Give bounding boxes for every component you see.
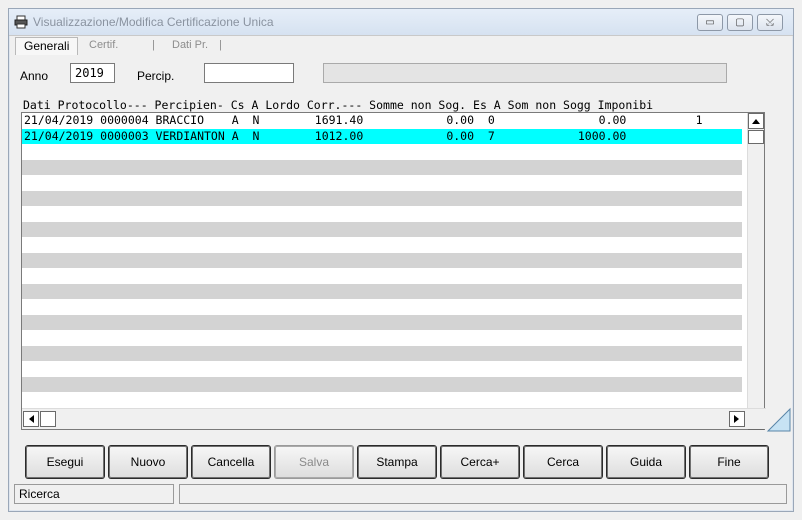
nuovo-button[interactable]: Nuovo [109,446,187,478]
maximize-icon: ▢ [735,17,745,28]
table-row-empty [22,237,742,253]
cerca-plus-button[interactable]: Cerca+ [441,446,519,478]
cancella-button[interactable]: Cancella [192,446,270,478]
horizontal-scrollbar[interactable] [22,408,766,429]
printer-icon [14,15,28,29]
vertical-scrollbar[interactable] [747,113,764,430]
tab-separator: | [219,39,222,51]
status-left: Ricerca [14,484,174,504]
title-bar: Visualizzazione/Modifica Certificazione … [9,9,793,35]
close-button[interactable]: ⤩ [757,14,783,31]
table-row-empty [22,268,742,284]
window-title: Visualizzazione/Modifica Certificazione … [33,15,274,29]
table-row-empty [22,376,742,392]
scroll-right-button[interactable] [729,411,745,427]
arrow-right-icon [734,415,739,423]
tab-bar: Generali Certif. | Dati Pr. | [9,35,793,55]
table-row-empty [22,361,742,377]
page-corner-icon [766,407,791,432]
table-row-empty [22,206,742,222]
cerca-button[interactable]: Cerca [524,446,602,478]
table-row-empty [22,159,742,175]
tab-certif[interactable]: Certif. [89,39,118,51]
tab-divider [9,35,793,36]
percip-input[interactable] [204,63,294,83]
table-row-empty [22,299,742,315]
hscroll-thumb[interactable] [40,411,56,427]
table-row-empty [22,190,742,206]
table-row-empty [22,330,742,346]
arrow-left-icon [29,415,34,423]
table-row-empty [22,345,742,361]
table-row-empty [22,283,742,299]
stampa-button[interactable]: Stampa [358,446,436,478]
guida-button[interactable]: Guida [607,446,685,478]
fine-button[interactable]: Fine [690,446,768,478]
grid-header: Dati Protocollo--- Percipien- Cs A Lordo… [23,98,654,112]
minimize-button[interactable]: ▭ [697,14,723,31]
scroll-left-button[interactable] [23,411,39,427]
scroll-up-button[interactable] [748,113,764,129]
table-row-empty [22,144,742,160]
anno-label: Anno [20,69,49,83]
close-icon: ⤩ [766,17,774,28]
table-row-empty [22,175,742,191]
maximize-button[interactable]: ▢ [727,14,753,31]
esegui-button[interactable]: Esegui [26,446,104,478]
minimize-icon: ▭ [705,17,715,28]
table-row[interactable]: 21/04/2019 0000004 BRACCIO A N 1691.40 0… [22,113,742,129]
scroll-thumb[interactable] [748,130,764,144]
table-row-empty [22,221,742,237]
table-row-empty [22,252,742,268]
main-window: Visualizzazione/Modifica Certificazione … [8,8,794,512]
percip-label: Percip. [137,69,175,83]
anno-input[interactable]: 2019 [70,63,115,83]
percip-description-field [323,63,727,83]
table-row-empty [22,314,742,330]
grid-body: 21/04/2019 0000004 BRACCIO A N 1691.40 0… [22,113,742,409]
table-row-empty [22,392,742,408]
status-right [179,484,787,504]
tab-dati-pr[interactable]: Dati Pr. [172,39,208,51]
tab-separator: | [152,39,155,51]
arrow-up-icon [752,119,760,124]
tab-generali[interactable]: Generali [15,37,79,55]
salva-button[interactable]: Salva [275,446,353,478]
data-grid[interactable]: 21/04/2019 0000004 BRACCIO A N 1691.40 0… [21,112,766,430]
table-row-selected[interactable]: 21/04/2019 0000003 VERDIANTON A N 1012.0… [22,128,742,144]
